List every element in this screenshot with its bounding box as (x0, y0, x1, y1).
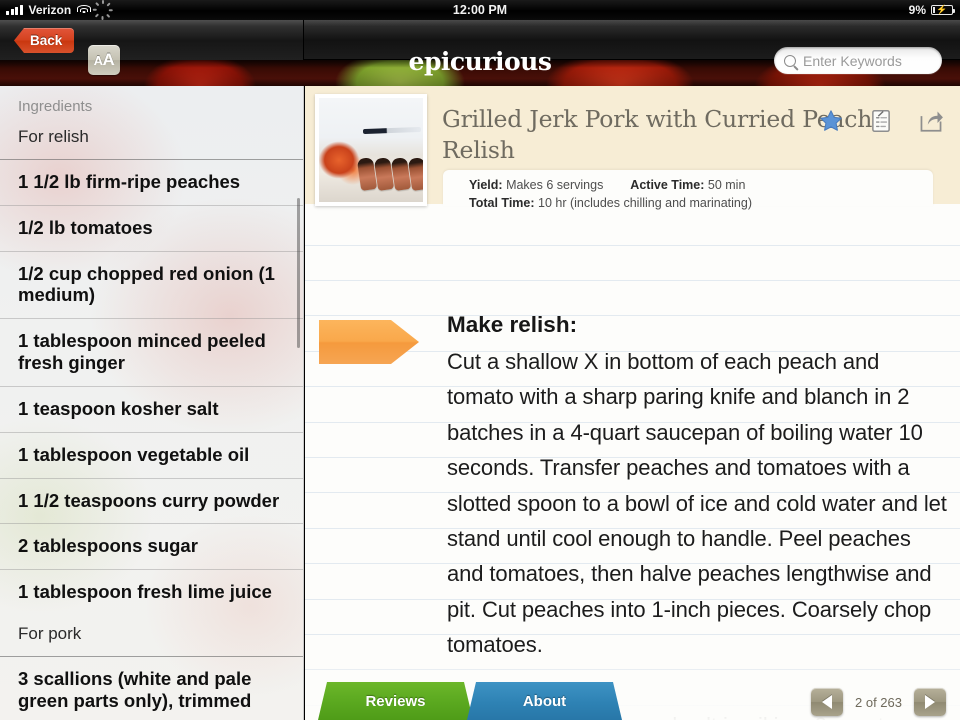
step-heading: Make relish: (447, 312, 578, 337)
search-placeholder: Enter Keywords (803, 52, 902, 69)
active-time-value: 50 min (707, 178, 746, 192)
list-item[interactable]: 1/2 lb tomatoes (0, 204, 303, 251)
battery-charging-icon: ⚡ (931, 5, 955, 15)
page-count-label: 2 of 263 (855, 694, 902, 710)
clock-label: 12:00 PM (452, 3, 508, 17)
ingredient-group-label-relish: For relish (18, 127, 89, 146)
list-item[interactable]: 1 tablespoon fresh lime juice (0, 569, 303, 615)
total-time-label: Total Time: (469, 196, 535, 211)
top-nav-bar: Back AA epicurious Enter Keywords (0, 20, 960, 76)
recipe-content-pane: Grilled Jerk Pork with Curried Peach Rel… (305, 86, 960, 720)
yield-label: Yield: (469, 178, 503, 192)
recipe-steps[interactable]: Make relish: Cut a shallow X in bottom o… (305, 212, 960, 720)
yield-value: Makes 6 servings (506, 178, 604, 192)
next-recipe-button[interactable] (914, 688, 946, 716)
epicurious-recipe-screen: Verizon 12:00 PM 9% ⚡ Back AA epicurious (0, 0, 960, 720)
share-icon[interactable] (918, 108, 944, 134)
list-item[interactable]: 1 tablespoon minced peeled fresh ginger (0, 318, 303, 386)
search-icon (784, 54, 796, 67)
tab-about[interactable]: About (467, 682, 622, 720)
list-item[interactable]: 1/2 cup chopped red onion (1 medium) (0, 250, 303, 319)
sidebar-header: Ingredients (18, 98, 93, 115)
active-time-label: Active Time: (630, 178, 705, 192)
pork-slices-shape (356, 156, 423, 191)
knife-shape (362, 126, 422, 135)
tab-reviews[interactable]: Reviews (318, 682, 473, 720)
total-time-value: 10 hr (includes chilling and marinating) (538, 196, 753, 211)
sidebar-scrollbar[interactable] (297, 198, 300, 348)
list-item[interactable]: 1 1/2 lb firm-ripe peaches (0, 159, 303, 205)
search-field[interactable]: Enter Keywords (774, 47, 942, 74)
meta-line-2: Total Time: 10 hr (includes chilling and… (469, 194, 933, 212)
notes-icon[interactable] (868, 108, 894, 134)
recipe-actions (818, 108, 944, 134)
chevron-right-icon (925, 695, 935, 709)
list-item[interactable]: 1 teaspoon kosher salt (0, 385, 303, 432)
recipe-thumbnail-image (319, 98, 423, 202)
meta-line-1: Yield: Makes 6 servings Active Time: 50 … (469, 176, 933, 194)
ingredients-sidebar[interactable]: Ingredients For relish 1 1/2 lb firm-rip… (0, 86, 304, 720)
chevron-left-icon (822, 695, 832, 709)
ingredient-group-label-pork: For pork (18, 624, 82, 644)
recipe-meta: Yield: Makes 6 servings Active Time: 50 … (443, 170, 933, 210)
recipe-pager: 2 of 263 (811, 688, 946, 716)
star-icon[interactable] (818, 108, 844, 134)
list-item[interactable]: 3 scallions (white and pale green parts … (0, 656, 303, 720)
list-item[interactable]: 1 tablespoon vegetable oil (0, 431, 303, 478)
list-item[interactable]: 2 tablespoons sugar (0, 523, 303, 569)
ios-status-bar: Verizon 12:00 PM 9% ⚡ (0, 0, 960, 20)
recipe-thumbnail[interactable] (315, 94, 427, 206)
bottom-tab-bar: Reviews About (318, 682, 616, 720)
prev-recipe-button[interactable] (811, 688, 843, 716)
list-item[interactable]: 1 1/2 teaspoons curry powder (0, 477, 303, 524)
step-body-1: Cut a shallow X in bottom of each peach … (447, 349, 947, 658)
